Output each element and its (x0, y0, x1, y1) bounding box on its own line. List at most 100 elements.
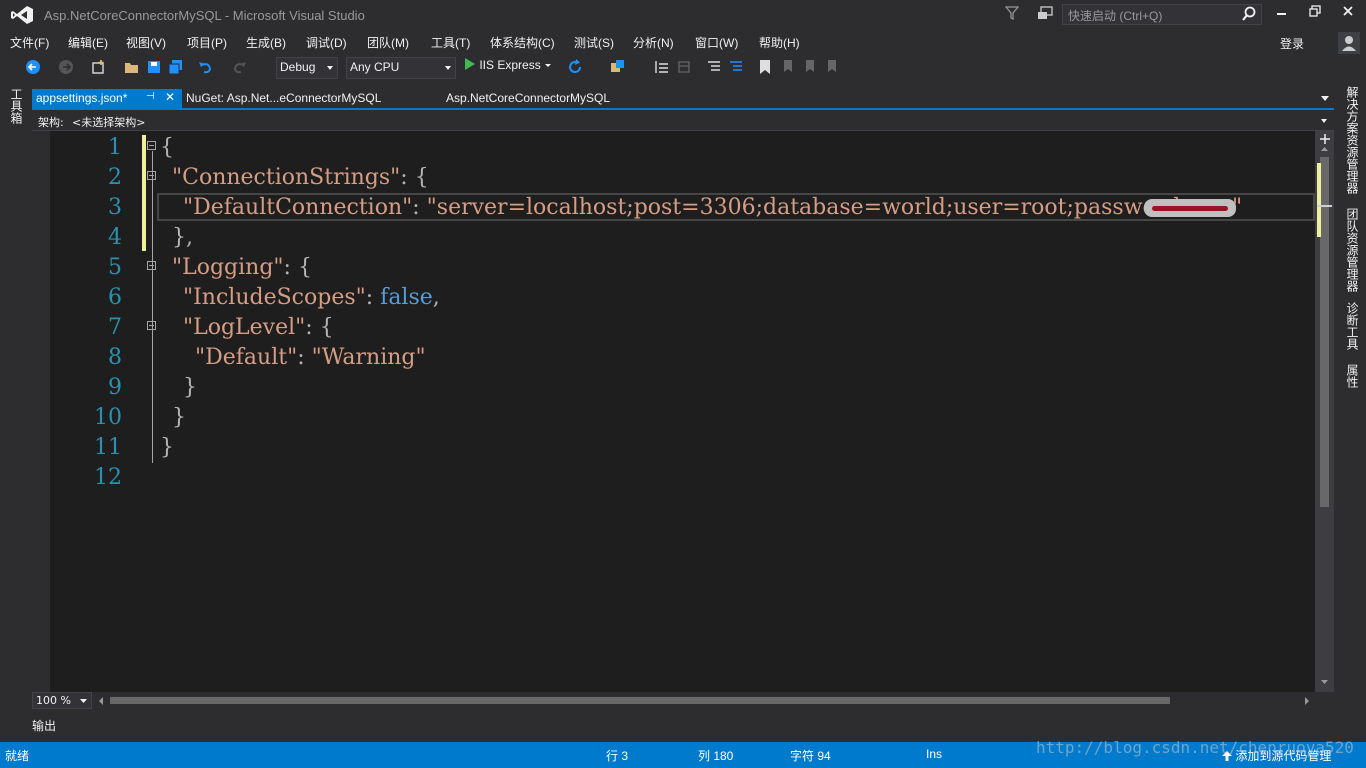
comment-icon[interactable] (706, 59, 722, 75)
clear-bookmarks-icon[interactable] (825, 59, 841, 75)
next-bookmark-icon[interactable] (803, 59, 819, 75)
menu-view[interactable]: 视图(V) (126, 34, 166, 51)
split-icon[interactable] (1319, 133, 1331, 145)
code-token: "DefaultConnection" (183, 195, 413, 220)
tab-project[interactable]: Asp.NetCoreConnectorMySQL (442, 89, 642, 108)
document-tabs: appsettings.json* ⊣ ✕ NuGet: Asp.Net...e… (32, 89, 1334, 110)
solution-explorer-tab[interactable]: 解决方案资源管理器 (1344, 86, 1361, 194)
code-line-6: "IncludeScopes": false, (183, 285, 440, 310)
quick-launch-input[interactable]: 快速启动 (Ctrl+Q) (1062, 4, 1262, 25)
bookmark-icon[interactable] (757, 59, 773, 75)
run-button[interactable]: IIS Express (464, 57, 552, 79)
play-icon (465, 58, 475, 70)
menu-tools[interactable]: 工具(T) (431, 34, 470, 51)
search-icon[interactable] (1241, 6, 1257, 22)
line-number: 3 (108, 195, 122, 220)
minimize-icon[interactable] (1270, 4, 1294, 24)
scroll-left-icon[interactable] (98, 697, 104, 705)
step-icon[interactable] (654, 59, 670, 75)
prev-bookmark-icon[interactable] (781, 59, 797, 75)
horizontal-scrollbar[interactable]: 100 % (32, 692, 1315, 709)
menu-team[interactable]: 团队(M) (367, 34, 409, 51)
menu-help[interactable]: 帮助(H) (759, 34, 800, 51)
code-token: "Logging" (172, 255, 284, 280)
code-token: } (183, 375, 197, 400)
menu-debug[interactable]: 调试(D) (306, 34, 347, 51)
configuration-select[interactable]: Debug (276, 57, 338, 79)
code-line-4: }, (172, 225, 193, 250)
menu-project[interactable]: 项目(P) (187, 34, 227, 51)
output-tab[interactable]: 输出 (32, 717, 56, 734)
tab-nuget[interactable]: NuGet: Asp.Net...eConnectorMySQL (182, 89, 432, 108)
line-number: 5 (108, 255, 122, 280)
menu-edit[interactable]: 编辑(E) (68, 34, 108, 51)
menu-analyze[interactable]: 分析(N) (633, 34, 674, 51)
code-token: : (412, 195, 427, 220)
refresh-icon[interactable] (567, 59, 583, 75)
undo-icon[interactable] (197, 59, 213, 75)
platform-select[interactable]: Any CPU (346, 57, 456, 79)
maximize-icon[interactable] (1303, 4, 1327, 24)
code-token: "LogLevel" (183, 315, 306, 340)
properties-tab[interactable]: 属性 (1344, 364, 1361, 388)
vertical-scrollbar[interactable] (1315, 131, 1334, 692)
watermark: http://blog.csdn.net/chenruoya520 (1036, 738, 1354, 757)
menu-window[interactable]: 窗口(W) (695, 34, 738, 51)
filter-icon[interactable] (1004, 5, 1022, 23)
new-project-icon[interactable] (90, 59, 106, 75)
back-icon[interactable] (25, 59, 41, 75)
code-token: : { (400, 165, 429, 190)
save-all-icon[interactable] (168, 59, 184, 75)
schema-dropdown-icon[interactable] (1320, 118, 1328, 124)
pin-icon[interactable]: ⊣ (146, 91, 155, 102)
tab-label: Asp.NetCoreConnectorMySQL (446, 91, 611, 105)
redo-icon[interactable] (232, 59, 248, 75)
scroll-down-icon[interactable] (1320, 679, 1329, 685)
line-number: 6 (108, 285, 122, 310)
scroll-up-icon[interactable] (1320, 146, 1329, 152)
browser-link-icon[interactable] (610, 59, 626, 75)
line-number: 9 (108, 375, 122, 400)
save-icon[interactable] (146, 59, 162, 75)
code-line-1: { (160, 135, 174, 160)
scroll-right-icon[interactable] (1304, 697, 1310, 705)
fold-toggle[interactable] (147, 141, 156, 150)
code-line-8: "Default": "Warning" (195, 345, 426, 370)
code-token: "Warning" (311, 345, 426, 370)
open-icon[interactable] (124, 59, 140, 75)
menu-file[interactable]: 文件(F) (10, 34, 49, 51)
left-tool-strip: 工具箱 (0, 86, 28, 740)
zoom-value: 100 % (36, 694, 71, 707)
code-line-3: "DefaultConnection": "server=localhost;p… (183, 195, 1199, 220)
window-title: Asp.NetCoreConnectorMySQL - Microsoft Vi… (44, 8, 365, 23)
toolbox-tab[interactable]: 工具箱 (8, 88, 25, 124)
feedback-icon[interactable] (1036, 5, 1054, 23)
diagnostic-tools-tab[interactable]: 诊断工具 (1344, 302, 1361, 350)
change-mark (1317, 163, 1321, 237)
horizontal-scroll-thumb[interactable] (110, 697, 1170, 704)
line-number: 1 (108, 135, 122, 160)
layout-icon[interactable] (676, 59, 692, 75)
forward-icon[interactable] (58, 59, 74, 75)
uncomment-icon[interactable] (728, 59, 744, 75)
code-token: : (365, 285, 381, 310)
line-number: 7 (108, 315, 122, 340)
close-tab-icon[interactable]: ✕ (165, 90, 175, 104)
zoom-select[interactable]: 100 % (32, 692, 92, 709)
scroll-thumb[interactable] (1320, 157, 1329, 507)
schema-select[interactable]: <未选择架构> (72, 114, 145, 130)
tab-overflow-icon[interactable] (1321, 96, 1329, 101)
menu-test[interactable]: 测试(S) (574, 34, 614, 51)
code-token: "Default" (195, 345, 298, 370)
code-token: "server=localhost;post=3306;database=wor… (426, 195, 1199, 220)
tab-appsettings[interactable]: appsettings.json* ⊣ ✕ (32, 89, 182, 108)
code-token: }, (172, 225, 193, 250)
team-explorer-tab[interactable]: 团队资源管理器 (1344, 208, 1361, 292)
chevron-down-icon[interactable] (544, 61, 552, 69)
code-editor[interactable]: 1 2 3 4 5 6 7 8 9 10 11 12 { "Connection… (32, 131, 1334, 692)
close-icon[interactable] (1336, 4, 1360, 24)
menu-architecture[interactable]: 体系结构(C) (490, 34, 555, 51)
login-link[interactable]: 登录 (1280, 35, 1304, 52)
account-icon[interactable] (1338, 32, 1360, 54)
menu-build[interactable]: 生成(B) (246, 34, 286, 51)
